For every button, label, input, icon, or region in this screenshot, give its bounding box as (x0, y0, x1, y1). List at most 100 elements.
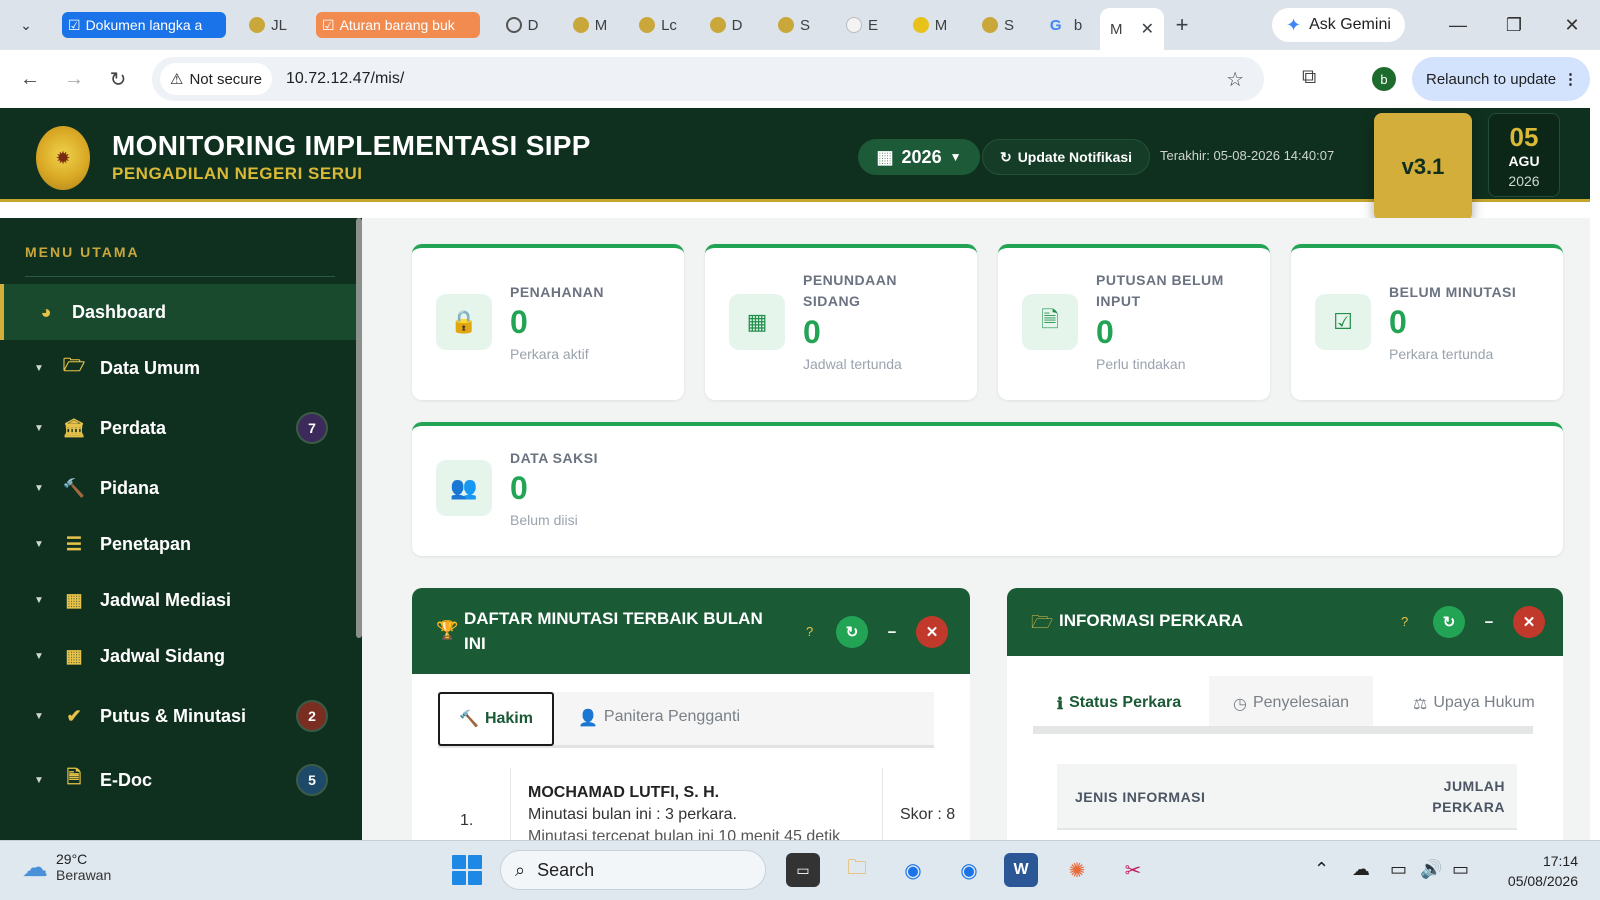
last-update-text: Terakhir: 05-08-2026 14:40:07 (1160, 148, 1335, 163)
stat-card-penahanan[interactable]: 🔒 PENAHANAN 0 Perkara aktif (412, 244, 684, 400)
sidebar-item-jadwal-mediasi[interactable]: ▼ ▦ Jadwal Mediasi (0, 572, 356, 628)
year-select[interactable]: ▦ 2026 ▼ (858, 139, 980, 175)
file-text-icon: 🗎 (1022, 294, 1078, 350)
taskbar-search[interactable]: ⌕ Search (500, 850, 766, 890)
sidebar-item-jadwal-sidang[interactable]: ▼ ▦ Jadwal Sidang (0, 628, 356, 684)
sidebar-item-label: Jadwal Sidang (100, 645, 226, 666)
tab-title: b (1073, 16, 1083, 34)
sidebar-item-putus-minutasi[interactable]: ▼ ✔ Putus & Minutasi 2 (0, 688, 356, 744)
tab-8[interactable]: S (760, 7, 828, 43)
volume-icon[interactable]: 🔊 (1420, 859, 1442, 880)
claude-icon[interactable]: ✺ (1060, 853, 1094, 887)
relaunch-button[interactable]: Relaunch to update ⋮ (1412, 57, 1590, 101)
stat-card-putusan-belum-input[interactable]: 🗎 PUTUSAN BELUM INPUT 0 Perlu tindakan (998, 244, 1270, 400)
profile-avatar[interactable]: b (1372, 67, 1396, 91)
tab-status-perkara[interactable]: ℹ Status Perkara (1057, 694, 1181, 714)
minimize-panel-button[interactable]: − (876, 616, 908, 648)
omnibox[interactable]: ⚠ Not secure 10.72.12.47/mis/ ☆ (152, 57, 1264, 101)
stat-card-penundaan-sidang[interactable]: ▦ PENUNDAAN SIDANG 0 Jadwal tertunda (705, 244, 977, 400)
stat-label: DATA SAKSI (510, 450, 598, 466)
onedrive-icon[interactable]: ☁ (1352, 859, 1370, 880)
help-icon[interactable]: ? (1401, 614, 1408, 629)
forward-button[interactable]: → (52, 68, 96, 91)
tab-3[interactable]: ☑ Aturan barang buk (316, 12, 480, 38)
sidebar-item-perdata[interactable]: ▼ 🏛 Perdata 7 (0, 400, 356, 456)
word-icon[interactable]: W (1004, 853, 1038, 887)
chrome-profile-icon[interactable]: ◉ (952, 853, 986, 887)
sidebar-item-pidana[interactable]: ▼ 🔨 Pidana (0, 460, 356, 516)
calendar-icon: ▦ (876, 146, 894, 167)
tab-penyelesaian[interactable]: ◷ Penyelesaian (1209, 676, 1374, 726)
snipping-tool-icon[interactable]: ✂ (1116, 853, 1150, 887)
tab-7[interactable]: D (692, 7, 760, 43)
sidebar-item-data-umum[interactable]: ▼ 🗁 Data Umum (0, 340, 356, 396)
clock-icon: ◷ (1233, 696, 1247, 713)
stat-sub: Jadwal tertunda (803, 356, 902, 372)
check-square-icon: ☑ (1315, 294, 1371, 350)
back-button[interactable]: ← (8, 68, 52, 91)
reload-button[interactable]: ↻ (96, 67, 140, 92)
tab-active[interactable]: M ✕ (1100, 8, 1164, 50)
security-chip[interactable]: ⚠ Not secure (160, 63, 272, 95)
lock-icon: 🔒 (436, 294, 492, 350)
tab-title: Dokumen langka a (85, 17, 203, 33)
task-view-icon[interactable]: ▭ (786, 853, 820, 887)
site-favicon-icon (505, 17, 522, 33)
tab-1[interactable]: ☑ Dokumen langka a (62, 12, 226, 38)
new-tab-button[interactable]: + (1164, 12, 1200, 38)
tab-12[interactable]: Gb (1032, 7, 1100, 43)
close-tab-icon[interactable]: ✕ (1141, 19, 1154, 39)
column-header-jumlah-perkara: JUMLAH PERKARA (1432, 778, 1505, 815)
tab-search-button[interactable]: ⌄ (8, 7, 44, 43)
sidebar-item-e-doc[interactable]: ▼ 🗎 E-Doc 5 (0, 752, 356, 808)
restore-button[interactable]: ❐ (1486, 0, 1542, 50)
divider (510, 768, 511, 840)
close-window-button[interactable]: ✕ (1544, 0, 1600, 50)
close-panel-button[interactable]: ✕ (916, 616, 948, 648)
stat-card-belum-minutasi[interactable]: ☑ BELUM MINUTASI 0 Perkara tertunda (1291, 244, 1563, 400)
chevron-up-icon[interactable]: ⌃ (1314, 859, 1329, 880)
refresh-button[interactable]: ↻ (1433, 606, 1465, 638)
cloud-icon: ☁ (22, 851, 48, 882)
panel-title: DAFTAR MINUTASI TERBAIK BULAN INI (464, 609, 763, 653)
help-icon[interactable]: ? (806, 624, 813, 639)
minimize-button[interactable]: — (1430, 0, 1486, 50)
divider (882, 768, 883, 840)
tab-9[interactable]: E (828, 7, 896, 43)
system-clock[interactable]: 17:14 05/08/2026 (1492, 851, 1578, 891)
sidebar-item-label: Pidana (100, 477, 160, 498)
tab-4[interactable]: D (488, 7, 556, 43)
tab-10[interactable]: M (896, 7, 964, 43)
tab-2[interactable]: JL (234, 7, 302, 43)
count-badge: 7 (296, 412, 328, 444)
weather-widget[interactable]: ☁ 29°C Berawan (22, 851, 111, 883)
tab-panitera-pengganti[interactable]: 👤 Panitera Pengganti (578, 708, 740, 728)
ask-gemini-label: Ask Gemini (1309, 16, 1391, 33)
sidebar-item-dashboard[interactable]: ◕ Dashboard (0, 284, 356, 340)
url-text[interactable]: 10.72.12.47/mis/ (286, 70, 404, 88)
bookmark-star-icon[interactable]: ☆ (1226, 67, 1244, 92)
refresh-button[interactable]: ↻ (836, 616, 868, 648)
ask-gemini-button[interactable]: ✦ Ask Gemini (1272, 8, 1405, 42)
network-icon[interactable]: ▭ (1390, 859, 1407, 880)
battery-icon[interactable]: ▭ (1452, 859, 1469, 880)
tab-upaya-hukum[interactable]: ⚖ Upaya Hukum (1413, 694, 1535, 714)
tab-hakim[interactable]: 🔨 Hakim (438, 692, 554, 746)
weather-condition: Berawan (56, 867, 112, 883)
extensions-icon[interactable]: ⧉ (1302, 66, 1316, 89)
minimize-panel-button[interactable]: − (1473, 606, 1505, 638)
update-notification-button[interactable]: ↻ Update Notifikasi (982, 139, 1150, 175)
more-menu-icon[interactable]: ⋮ (1563, 70, 1578, 88)
version-badge: v3.1 (1374, 113, 1472, 221)
tab-5[interactable]: M (556, 7, 624, 43)
stat-card-data-saksi[interactable]: 👥 DATA SAKSI 0 Belum diisi (412, 422, 1563, 556)
temperature: 29°C (56, 851, 88, 867)
sidebar-title: MENU UTAMA (25, 244, 140, 260)
close-panel-button[interactable]: ✕ (1513, 606, 1545, 638)
chrome-icon[interactable]: ◉ (896, 853, 930, 887)
file-explorer-icon[interactable]: 🗀 (840, 853, 874, 887)
sidebar-item-penetapan[interactable]: ▼ ☰ Penetapan (0, 516, 356, 572)
tab-6[interactable]: Lc (624, 7, 692, 43)
tab-11[interactable]: S (964, 7, 1032, 43)
windows-start-icon[interactable] (452, 855, 482, 885)
